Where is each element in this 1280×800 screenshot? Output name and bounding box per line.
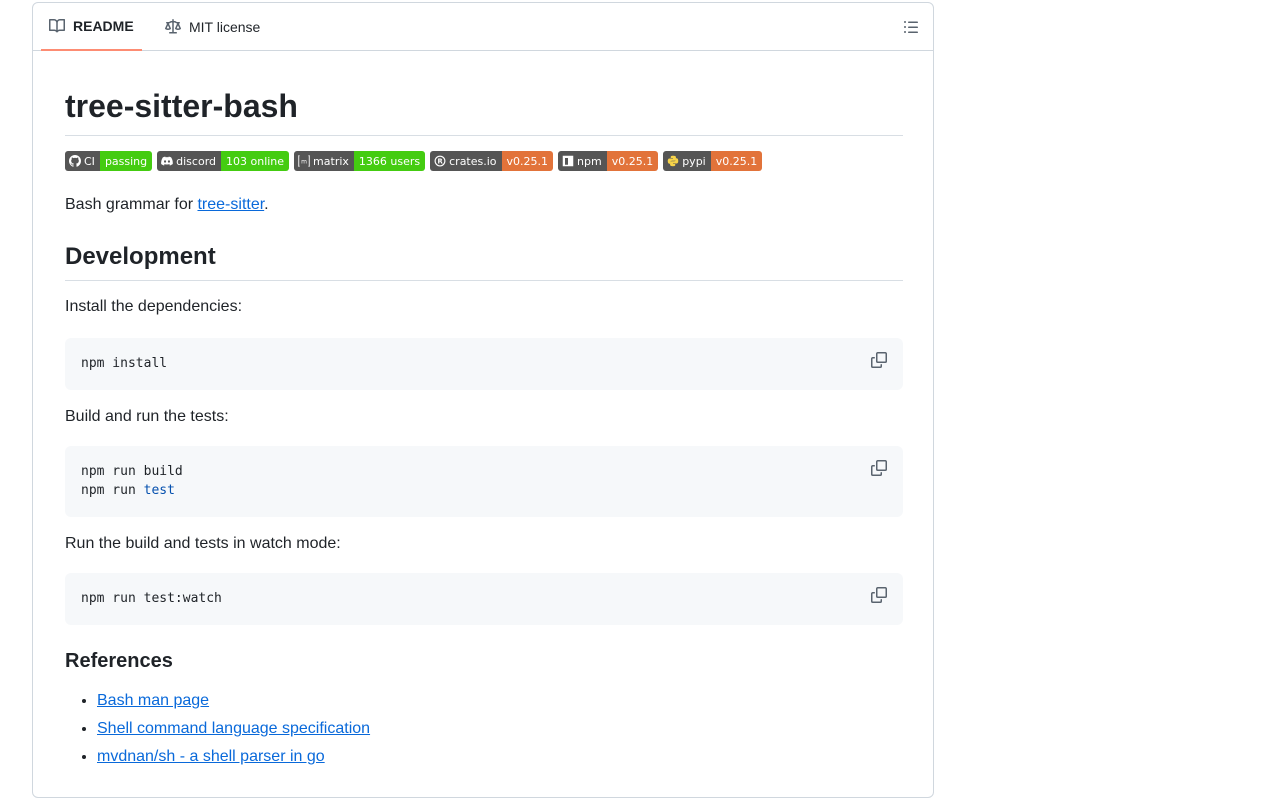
- tab-license-label: MIT license: [189, 19, 261, 35]
- npm-icon: [562, 155, 574, 167]
- watch-code-block: npm run test:watch: [65, 573, 903, 625]
- shell-spec-link[interactable]: Shell command language specification: [97, 720, 370, 737]
- book-icon: [49, 18, 65, 33]
- code-line: npm run test: [81, 481, 887, 500]
- references-heading: References: [65, 650, 173, 672]
- code-line: npm run test:watch: [81, 591, 222, 606]
- python-icon: [667, 155, 679, 167]
- matrix-badge-label: matrix: [313, 154, 349, 168]
- discord-icon: [161, 156, 173, 166]
- intro-paragraph: Bash grammar for tree-sitter.: [65, 193, 269, 217]
- code-line: npm run build: [81, 464, 183, 479]
- code-keyword: test: [143, 483, 175, 498]
- tab-readme[interactable]: README: [41, 3, 142, 51]
- pypi-badge-label: pypi: [682, 154, 706, 168]
- watch-text: Run the build and tests in watch mode:: [65, 535, 341, 552]
- github-icon: [69, 155, 81, 167]
- law-icon: [165, 19, 181, 34]
- matrix-icon: m: [298, 155, 310, 167]
- crates-badge-label: crates.io: [449, 154, 497, 168]
- intro-text: Bash grammar for: [65, 196, 198, 213]
- build-text: Build and run the tests:: [65, 408, 229, 425]
- page-title: tree-sitter-bash: [65, 87, 903, 136]
- list-item: mvdnan/sh - a shell parser in go: [97, 743, 370, 771]
- npm-badge-label: npm: [577, 154, 602, 168]
- build-code-block: npm run build npm run test: [65, 446, 903, 517]
- crates-badge[interactable]: R crates.io v0.25.1: [430, 151, 554, 171]
- tree-sitter-link[interactable]: tree-sitter: [197, 196, 264, 213]
- matrix-badge[interactable]: m matrix 1366 users: [294, 151, 426, 171]
- copy-icon[interactable]: [871, 587, 887, 603]
- tab-license[interactable]: MIT license: [157, 3, 268, 51]
- tab-bar: README MIT license: [33, 3, 933, 51]
- npm-badge-value: v0.25.1: [606, 151, 659, 171]
- rust-icon: R: [434, 155, 446, 167]
- outline-button[interactable]: [899, 15, 923, 39]
- install-text: Install the dependencies:: [65, 298, 243, 315]
- discord-badge-label: discord: [176, 154, 216, 168]
- discord-badge[interactable]: discord 103 online: [157, 151, 290, 171]
- list-item: Shell command language specification: [97, 715, 370, 743]
- ci-badge-value: passing: [99, 151, 153, 171]
- npm-badge[interactable]: npm v0.25.1: [558, 151, 659, 171]
- list-item: Bash man page: [97, 687, 370, 715]
- svg-text:m: m: [301, 158, 307, 165]
- bash-man-page-link[interactable]: Bash man page: [97, 692, 209, 709]
- pypi-badge[interactable]: pypi v0.25.1: [663, 151, 763, 171]
- matrix-badge-value: 1366 users: [353, 151, 426, 171]
- ci-badge[interactable]: CI passing: [65, 151, 153, 171]
- references-list: Bash man page Shell command language spe…: [65, 687, 370, 771]
- intro-suffix: .: [264, 196, 269, 213]
- mvdan-sh-link[interactable]: mvdnan/sh - a shell parser in go: [97, 748, 325, 765]
- ci-badge-label: CI: [84, 154, 95, 168]
- code-line: npm install: [81, 356, 168, 371]
- pypi-badge-value: v0.25.1: [710, 151, 763, 171]
- readme-panel: README MIT license tree-sitter-bash CI p…: [32, 2, 934, 798]
- badge-row: CI passing discord 103 online m matrix 1…: [65, 151, 763, 171]
- code-text: npm run: [81, 483, 144, 498]
- development-heading: Development: [65, 242, 903, 281]
- copy-icon[interactable]: [871, 460, 887, 476]
- list-unordered-icon: [904, 21, 918, 33]
- svg-text:R: R: [438, 158, 444, 166]
- discord-badge-value: 103 online: [221, 151, 290, 171]
- tab-readme-label: README: [73, 18, 134, 34]
- install-code-block: npm install: [65, 338, 903, 390]
- copy-icon[interactable]: [871, 352, 887, 368]
- crates-badge-value: v0.25.1: [501, 151, 554, 171]
